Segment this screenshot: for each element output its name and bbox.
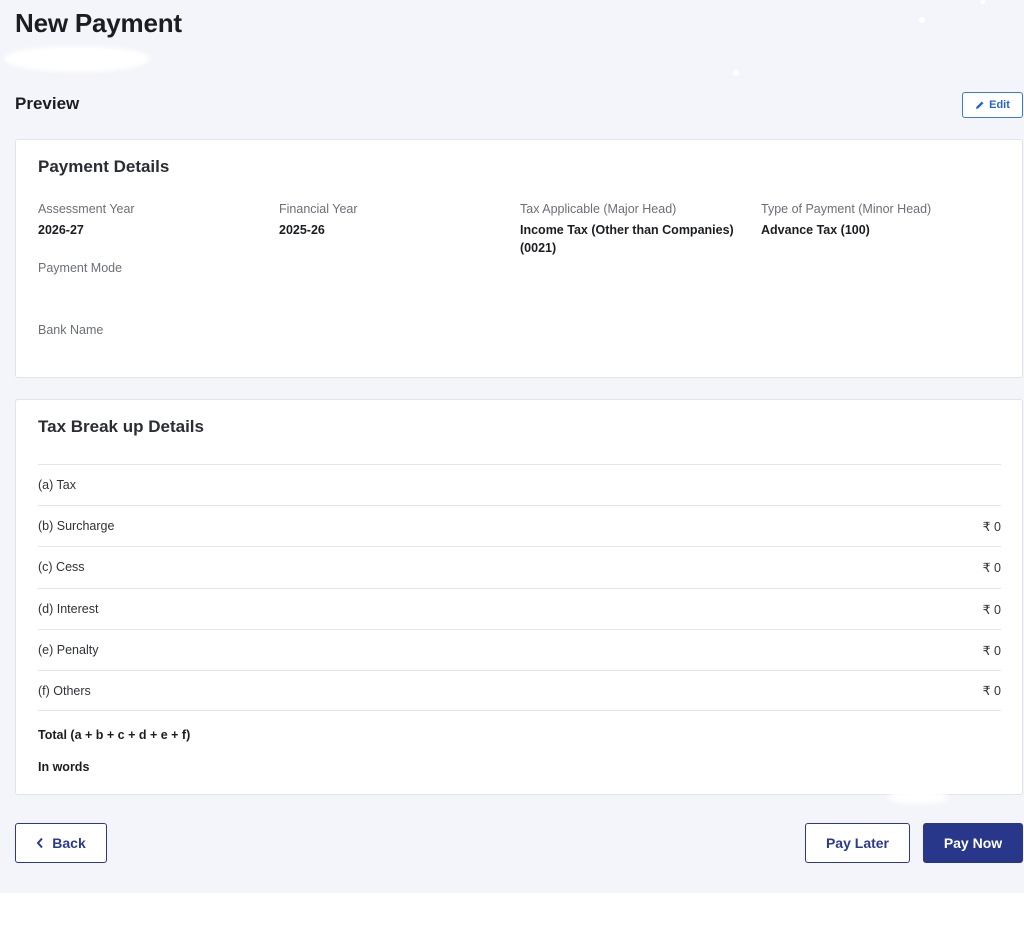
chevron-left-icon	[36, 837, 44, 849]
payment-type-field: Type of Payment (Minor Head) Advance Tax…	[761, 202, 991, 239]
payment-details-card: Payment Details Assessment Year 2026-27 …	[15, 139, 1023, 378]
total-label: Total (a + b + c + d + e + f)	[38, 728, 191, 742]
page-title: New Payment	[15, 8, 182, 38]
back-button[interactable]: Back	[15, 823, 107, 863]
surcharge-row: (b) Surcharge ₹ 0	[38, 505, 1001, 546]
speck	[980, 0, 985, 4]
financial-year-value: 2025-26	[279, 223, 325, 237]
bank-name-label: Bank Name	[38, 323, 104, 337]
edit-button-label: Edit	[989, 99, 1010, 111]
others-row-label: (f) Others	[38, 683, 91, 698]
payment-mode-label: Payment Mode	[38, 261, 123, 275]
interest-row-label: (d) Interest	[38, 602, 99, 616]
redacted-subtitle	[4, 46, 150, 72]
cess-row: (c) Cess ₹ 0	[38, 546, 1001, 587]
others-row-amount: ₹ 0	[982, 684, 1001, 698]
payment-type-value: Advance Tax (100)	[761, 223, 870, 237]
bank-name-field: Bank Name	[38, 323, 268, 342]
penalty-row-amount: ₹ 0	[982, 643, 1001, 658]
page-background: New Payment Preview Edit Payment Details…	[0, 0, 1024, 893]
surcharge-row-label: (b) Surcharge	[38, 519, 115, 533]
pay-later-button[interactable]: Pay Later	[805, 823, 910, 863]
pay-now-button[interactable]: Pay Now	[923, 823, 1023, 863]
in-words-label: In words	[38, 760, 90, 774]
edit-button[interactable]: Edit	[962, 92, 1023, 118]
tax-breakup-card: Tax Break up Details (a) Tax (b) Surchar…	[15, 399, 1023, 795]
pencil-icon	[976, 101, 984, 109]
assessment-year-value: 2026-27	[38, 223, 84, 237]
tax-breakup-title: Tax Break up Details	[38, 417, 204, 436]
penalty-row-label: (e) Penalty	[38, 643, 99, 657]
tax-applicable-value: Income Tax (Other than Companies) (0021)	[520, 223, 734, 255]
others-row: (f) Others ₹ 0	[38, 670, 1001, 711]
penalty-row: (e) Penalty ₹ 0	[38, 629, 1001, 670]
tax-applicable-label: Tax Applicable (Major Head)	[520, 202, 677, 216]
tax-row-label: (a) Tax	[38, 478, 76, 492]
payment-type-label: Type of Payment (Minor Head)	[761, 202, 932, 216]
redaction-mark	[888, 790, 948, 804]
preview-heading: Preview	[15, 94, 80, 113]
financial-year-label: Financial Year	[279, 202, 358, 216]
speck	[733, 70, 739, 76]
payment-details-title: Payment Details	[38, 157, 170, 176]
surcharge-row-amount: ₹ 0	[982, 519, 1001, 534]
tax-row: (a) Tax	[38, 464, 1001, 505]
payment-mode-field: Payment Mode	[38, 261, 268, 280]
cess-row-label: (c) Cess	[38, 560, 85, 574]
interest-row-amount: ₹ 0	[982, 602, 1001, 617]
interest-row: (d) Interest ₹ 0	[38, 588, 1001, 629]
financial-year-field: Financial Year 2025-26	[279, 202, 509, 239]
assessment-year-label: Assessment Year	[38, 202, 135, 216]
back-button-label: Back	[52, 835, 86, 851]
cess-row-amount: ₹ 0	[982, 560, 1001, 575]
assessment-year-field: Assessment Year 2026-27	[38, 202, 268, 239]
tax-applicable-field: Tax Applicable (Major Head) Income Tax (…	[520, 202, 745, 257]
speck	[919, 17, 925, 23]
